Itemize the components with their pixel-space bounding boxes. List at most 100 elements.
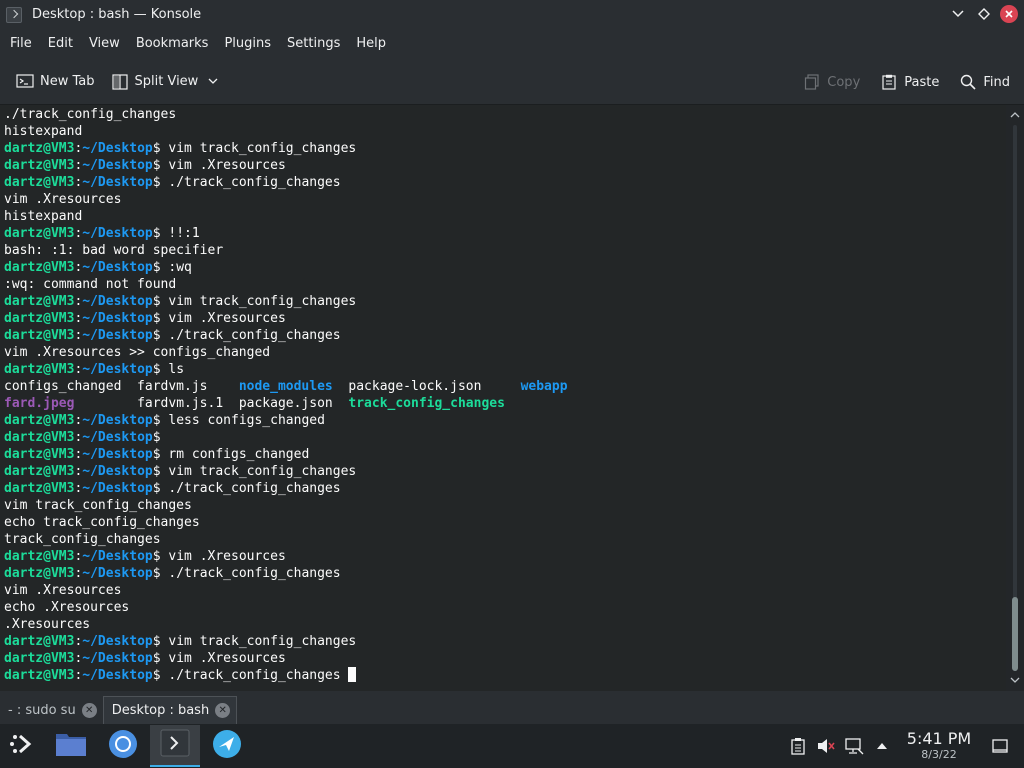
close-icon[interactable]: ✕ — [215, 703, 231, 718]
terminal-text: ./track_config_changes — [4, 107, 177, 122]
volume-muted-icon[interactable] — [812, 732, 840, 760]
prompt-user: dartz@VM3 — [4, 226, 75, 241]
digital-clock[interactable]: 5:41 PM 8/3/22 — [904, 730, 974, 762]
prompt-path: ~/Desktop — [82, 651, 153, 666]
clipboard-icon[interactable] — [784, 732, 812, 760]
copy-label: Copy — [827, 74, 861, 90]
maximize-icon[interactable] — [974, 4, 994, 24]
title-bar: Desktop : bash — Konsole — [0, 0, 1024, 29]
taskbar-konsole[interactable] — [150, 725, 200, 767]
terminal-line: echo .Xresources — [4, 599, 1006, 616]
terminal-line: dartz@VM3:~/Desktop$ :wq — [4, 259, 1006, 276]
terminal-text: $ vim .Xresources — [152, 651, 286, 666]
prompt-path: ~/Desktop — [82, 447, 153, 462]
minimize-icon[interactable] — [948, 4, 968, 24]
scroll-thumb[interactable] — [1012, 597, 1018, 671]
terminal-text: package-lock.json — [332, 379, 521, 394]
close-icon[interactable]: ✕ — [81, 702, 97, 718]
tab-sudo-su[interactable]: - : sudo su ✕ — [0, 696, 103, 724]
prompt-user: dartz@VM3 — [4, 651, 75, 666]
terminal-line: :wq: command not found — [4, 276, 1006, 293]
scroll-track[interactable] — [1013, 125, 1017, 671]
konsole-app-icon[interactable] — [6, 6, 22, 23]
terminal-line: dartz@VM3:~/Desktop$ vim track_config_ch… — [4, 463, 1006, 480]
terminal-line: histexpand — [4, 123, 1006, 140]
menu-bookmarks[interactable]: Bookmarks — [128, 29, 217, 59]
taskbar-discover[interactable] — [202, 725, 252, 767]
terminal-line: dartz@VM3:~/Desktop$ vim track_config_ch… — [4, 633, 1006, 650]
menu-edit[interactable]: Edit — [40, 29, 81, 59]
terminal-text: $ ./track_config_changes — [152, 175, 341, 190]
new-tab-button[interactable]: New Tab — [8, 66, 103, 98]
prompt-user: dartz@VM3 — [4, 634, 75, 649]
split-view-button[interactable]: Split View — [103, 66, 227, 98]
prompt-user: dartz@VM3 — [4, 430, 75, 445]
terminal-line: vim track_config_changes — [4, 497, 1006, 514]
terminal-text: $ ./track_config_changes — [152, 481, 341, 496]
scroll-up-icon[interactable] — [1006, 107, 1024, 123]
terminal-text: vim .Xresources — [4, 192, 122, 207]
terminal-text: vim track_config_changes — [4, 498, 192, 513]
show-desktop-icon[interactable] — [986, 732, 1014, 760]
terminal-line: vim .Xresources — [4, 582, 1006, 599]
terminal-line: echo track_config_changes — [4, 514, 1006, 531]
terminal-text: vim .Xresources — [4, 583, 122, 598]
terminal-text: $ — [152, 430, 161, 445]
menu-settings[interactable]: Settings — [279, 29, 348, 59]
menu-view[interactable]: View — [81, 29, 128, 59]
terminal-line: dartz@VM3:~/Desktop$ — [4, 429, 1006, 446]
clock-date: 8/3/22 — [921, 748, 957, 761]
search-icon — [959, 73, 977, 91]
terminal-line: dartz@VM3:~/Desktop$ ./track_config_chan… — [4, 174, 1006, 191]
paste-button[interactable]: Paste — [872, 66, 947, 98]
toolbar: New Tab Split View Copy Paste Find — [0, 59, 1024, 105]
taskbar-file-manager[interactable] — [46, 725, 96, 767]
discover-icon — [212, 729, 242, 763]
terminal-line: dartz@VM3:~/Desktop$ ./track_config_chan… — [4, 667, 1006, 684]
prompt-path: ~/Desktop — [82, 260, 153, 275]
terminal-line: dartz@VM3:~/Desktop$ ./track_config_chan… — [4, 327, 1006, 344]
prompt-path: ~/Desktop — [82, 158, 153, 173]
prompt-user: dartz@VM3 — [4, 668, 75, 683]
terminal-scrollbar[interactable] — [1006, 105, 1024, 691]
terminal-text: :wq: command not found — [4, 277, 177, 292]
toolbar-right: Copy Paste Find — [795, 66, 1018, 98]
prompt-user: dartz@VM3 — [4, 311, 75, 326]
menu-help[interactable]: Help — [348, 29, 394, 59]
terminal-line: dartz@VM3:~/Desktop$ ./track_config_chan… — [4, 565, 1006, 582]
copy-button[interactable]: Copy — [795, 66, 868, 98]
scroll-down-icon[interactable] — [1006, 673, 1024, 689]
find-button[interactable]: Find — [951, 66, 1018, 98]
window-controls — [948, 4, 1018, 24]
prompt-path: ~/Desktop — [82, 311, 153, 326]
terminal-text: $ vim .Xresources — [152, 549, 286, 564]
prompt-path: ~/Desktop — [82, 328, 153, 343]
terminal-line: dartz@VM3:~/Desktop$ vim .Xresources — [4, 157, 1006, 174]
prompt-path: ~/Desktop — [82, 294, 153, 309]
window-title: Desktop : bash — Konsole — [32, 7, 202, 22]
menu-file[interactable]: File — [2, 29, 40, 59]
terminal-text: vim .Xresources >> configs_changed — [4, 345, 271, 360]
network-icon[interactable] — [840, 732, 868, 760]
close-icon[interactable] — [1000, 5, 1018, 23]
taskbar-chromium[interactable] — [98, 725, 148, 767]
tab-desktop-bash[interactable]: Desktop : bash ✕ — [102, 696, 238, 724]
terminal-line: dartz@VM3:~/Desktop$ vim .Xresources — [4, 310, 1006, 327]
prompt-user: dartz@VM3 — [4, 447, 75, 462]
terminal-line: dartz@VM3:~/Desktop$ vim track_config_ch… — [4, 140, 1006, 157]
taskbar: 5:41 PM 8/3/22 — [0, 724, 1024, 768]
tray-expand-icon[interactable] — [868, 732, 896, 760]
prompt-user: dartz@VM3 — [4, 294, 75, 309]
chevron-down-icon[interactable] — [208, 75, 218, 88]
terminal-text: node_modules — [238, 379, 333, 394]
terminal-text: $ vim track_config_changes — [152, 464, 357, 479]
application-launcher[interactable] — [0, 724, 44, 768]
clock-time: 5:41 PM — [906, 729, 972, 748]
terminal-text: .Xresources — [4, 617, 91, 632]
terminal-line: track_config_changes — [4, 531, 1006, 548]
prompt-user: dartz@VM3 — [4, 175, 75, 190]
chromium-icon — [108, 729, 138, 763]
terminal-output[interactable]: ./track_config_changes histexpand dartz@VM… — [0, 105, 1006, 691]
terminal-text: configs_changed fardvm.js — [4, 379, 239, 394]
menu-plugins[interactable]: Plugins — [216, 29, 279, 59]
